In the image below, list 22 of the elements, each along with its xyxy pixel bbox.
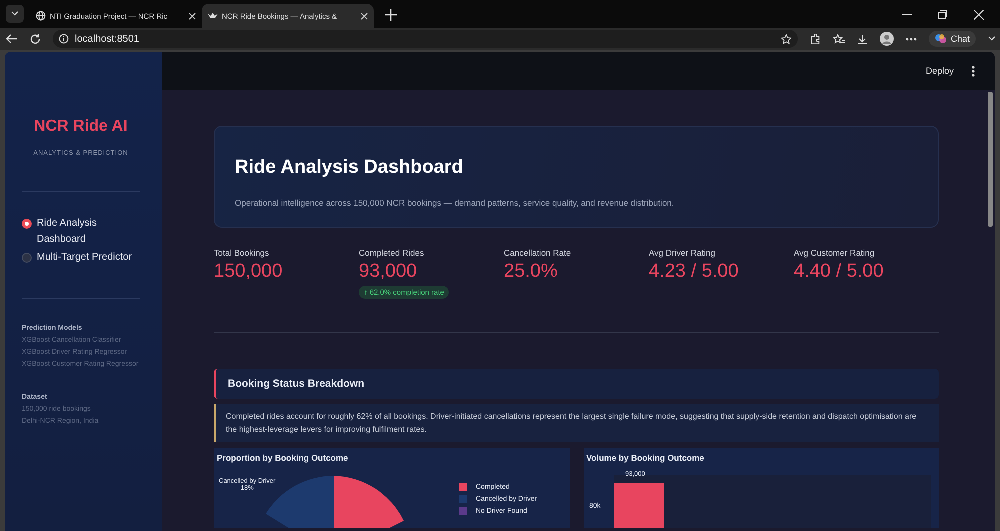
chat-button[interactable]: Chat [929, 31, 976, 47]
metric-label: Avg Customer Rating [794, 248, 875, 258]
deploy-button[interactable]: Deploy [922, 64, 958, 78]
metric-value: 150,000 [214, 261, 283, 283]
metric-value: 4.23 / 5.00 [649, 261, 739, 283]
page-title: Ride Analysis Dashboard [235, 157, 464, 179]
address-bar[interactable]: localhost:8501 [53, 30, 798, 48]
section-header: Booking Status Breakdown [214, 369, 939, 399]
nav-radio-option[interactable]: Multi-Target Predictor [22, 250, 140, 266]
metric-label: Completed Rides [359, 248, 424, 258]
metric-value: 4.40 / 5.00 [794, 261, 884, 283]
metric-label: Avg Driver Rating [649, 248, 716, 258]
insight-note: Completed rides account for roughly 62% of all bookings. Driver-initiated cancellations represent the largest single failure mode, suggesting that supply-side retention and dispatch optimisation are the highest-leverage levers for improving fulfilment rates. [214, 404, 939, 442]
chart-title: Proportion by Booking Outcome [217, 453, 350, 463]
nav-radio-option[interactable]: Ride Analysis Dashboard [22, 216, 140, 248]
page-subtitle: Operational intelligence across 150,000 NCR bookings — demand patterns, service quality, and revenue distribution. [235, 198, 676, 208]
chart-title: Volume by Booking Outcome [586, 453, 706, 463]
metric-value: 93,000 [359, 261, 418, 283]
brand-title: NCR Ride AI [33, 118, 129, 136]
metric-value: 25.0% [504, 261, 558, 283]
metric-label: Cancellation Rate [504, 248, 572, 258]
metric-label: Total Bookings [214, 248, 270, 258]
